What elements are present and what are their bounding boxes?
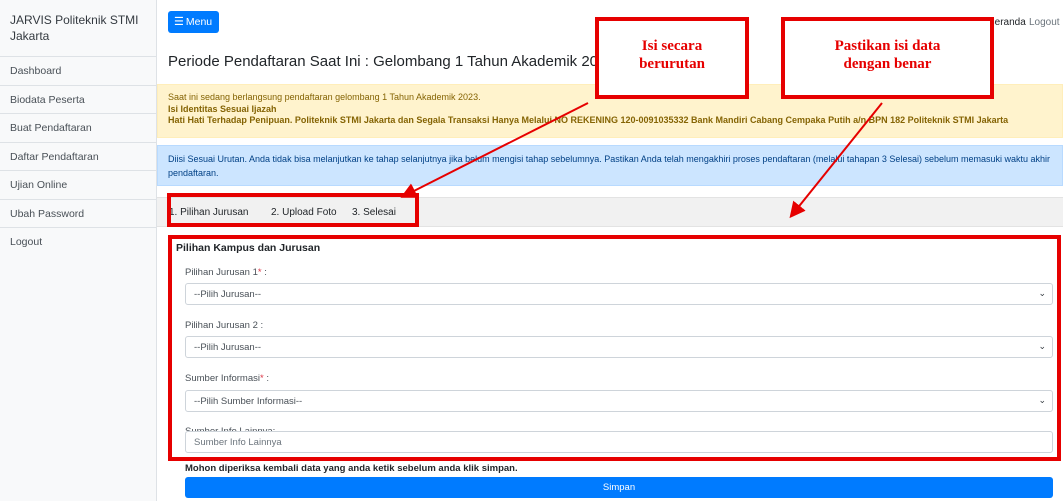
menu-label: Menu: [185, 16, 213, 28]
sidebar-item-buat-pendaftaran[interactable]: Buat Pendaftaran: [0, 114, 156, 143]
sidebar-item-dashboard[interactable]: Dashboard: [0, 57, 156, 86]
info-alert: Diisi Sesuai Urutan. Anda tidak bisa mel…: [157, 145, 1063, 186]
page-title: Periode Pendaftaran Saat Ini : Gelombang…: [168, 53, 615, 70]
sidebar-item-ubah-password[interactable]: Ubah Password: [0, 200, 156, 228]
callout-pastikan-benar: Pastikan isi data dengan benar: [781, 17, 994, 99]
sidebar: JARVIS Politeknik STMI Jakarta Dashboard…: [0, 0, 157, 501]
sidebar-item-biodata-peserta[interactable]: Biodata Peserta: [0, 86, 156, 114]
callout-isi-berurutan: Isi secara berurutan: [595, 17, 749, 99]
sidebar-item-logout[interactable]: Logout: [0, 228, 156, 257]
sidebar-item-ujian-online[interactable]: Ujian Online: [0, 171, 156, 200]
steps-highlight-box: [167, 193, 419, 227]
confirm-text: Mohon diperiksa kembali data yang anda k…: [185, 463, 518, 474]
brand-title[interactable]: JARVIS Politeknik STMI Jakarta: [0, 0, 156, 57]
warning-line-3: Hati Hati Terhadap Penipuan. Politeknik …: [168, 115, 1009, 125]
nav-logout-link[interactable]: Logout: [1029, 17, 1060, 28]
hamburger-icon: ☰: [174, 16, 184, 28]
sidebar-item-daftar-pendaftaran[interactable]: Daftar Pendaftaran: [0, 143, 156, 171]
menu-button[interactable]: ☰ Menu: [168, 11, 219, 33]
warning-line-2: Isi Identitas Sesuai Ijazah: [168, 103, 277, 114]
form-highlight-box: [168, 235, 1061, 461]
save-button[interactable]: Simpan: [185, 477, 1053, 498]
